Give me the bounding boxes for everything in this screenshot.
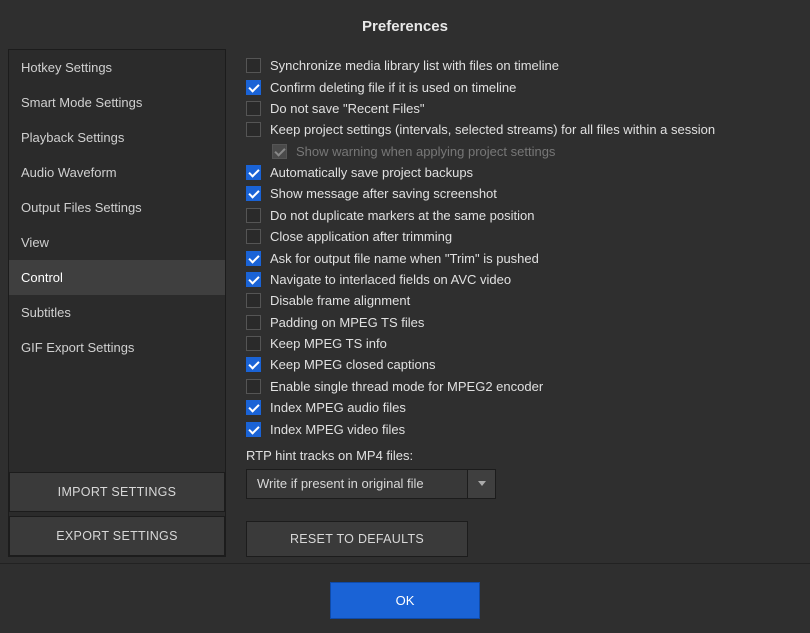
checkbox bbox=[272, 144, 287, 159]
option-label: Show warning when applying project setti… bbox=[296, 144, 555, 159]
option-label: Keep project settings (intervals, select… bbox=[270, 122, 715, 137]
option-row: Index MPEG audio files bbox=[246, 397, 802, 418]
option-label: Do not save "Recent Files" bbox=[270, 101, 424, 116]
option-row: Ask for output file name when "Trim" is … bbox=[246, 247, 802, 268]
chevron-down-icon[interactable] bbox=[468, 469, 496, 499]
option-row: Keep MPEG closed captions bbox=[246, 354, 802, 375]
nav-item[interactable]: Output Files Settings bbox=[9, 190, 225, 225]
option-row: Do not duplicate markers at the same pos… bbox=[246, 205, 802, 226]
option-label: Index MPEG video files bbox=[270, 422, 405, 437]
rtp-dropdown[interactable]: Write if present in original file bbox=[246, 469, 496, 499]
checkbox[interactable] bbox=[246, 101, 261, 116]
ok-button[interactable]: OK bbox=[330, 582, 480, 619]
option-label: Navigate to interlaced fields on AVC vid… bbox=[270, 272, 511, 287]
option-row: Show warning when applying project setti… bbox=[246, 141, 802, 162]
rtp-dropdown-value: Write if present in original file bbox=[246, 469, 468, 499]
sidebar-buttons: IMPORT SETTINGS EXPORT SETTINGS bbox=[9, 472, 225, 556]
option-label: Padding on MPEG TS files bbox=[270, 315, 424, 330]
option-row: Confirm deleting file if it is used on t… bbox=[246, 76, 802, 97]
option-label: Keep MPEG closed captions bbox=[270, 357, 435, 372]
nav-item[interactable]: Subtitles bbox=[9, 295, 225, 330]
option-row: Synchronize media library list with file… bbox=[246, 55, 802, 76]
nav-item[interactable]: Smart Mode Settings bbox=[9, 85, 225, 120]
checkbox[interactable] bbox=[246, 357, 261, 372]
window-title: Preferences bbox=[0, 0, 810, 49]
checkbox[interactable] bbox=[246, 229, 261, 244]
nav-item[interactable]: GIF Export Settings bbox=[9, 330, 225, 365]
option-row: Index MPEG video files bbox=[246, 418, 802, 439]
option-label: Synchronize media library list with file… bbox=[270, 58, 559, 73]
checkbox[interactable] bbox=[246, 293, 261, 308]
export-settings-button[interactable]: EXPORT SETTINGS bbox=[9, 516, 225, 556]
option-label: Confirm deleting file if it is used on t… bbox=[270, 80, 516, 95]
option-label: Do not duplicate markers at the same pos… bbox=[270, 208, 534, 223]
nav-item[interactable]: Control bbox=[9, 260, 225, 295]
preferences-window: Preferences Hotkey SettingsSmart Mode Se… bbox=[0, 0, 810, 633]
option-row: Keep project settings (intervals, select… bbox=[246, 119, 802, 140]
nav-item[interactable]: View bbox=[9, 225, 225, 260]
option-label: Index MPEG audio files bbox=[270, 400, 406, 415]
option-label: Keep MPEG TS info bbox=[270, 336, 387, 351]
checkbox[interactable] bbox=[246, 422, 261, 437]
nav-item[interactable]: Playback Settings bbox=[9, 120, 225, 155]
checkbox[interactable] bbox=[246, 251, 261, 266]
checkbox[interactable] bbox=[246, 186, 261, 201]
footer: OK bbox=[0, 563, 810, 633]
options-list: Synchronize media library list with file… bbox=[246, 55, 802, 440]
checkbox[interactable] bbox=[246, 315, 261, 330]
checkbox[interactable] bbox=[246, 208, 261, 223]
nav-list: Hotkey SettingsSmart Mode SettingsPlayba… bbox=[9, 50, 225, 472]
option-row: Disable frame alignment bbox=[246, 290, 802, 311]
option-label: Disable frame alignment bbox=[270, 293, 410, 308]
option-row: Keep MPEG TS info bbox=[246, 333, 802, 354]
checkbox[interactable] bbox=[246, 80, 261, 95]
option-row: Close application after trimming bbox=[246, 226, 802, 247]
nav-item[interactable]: Hotkey Settings bbox=[9, 50, 225, 85]
content-panel: Synchronize media library list with file… bbox=[246, 49, 802, 557]
option-label: Show message after saving screenshot bbox=[270, 186, 497, 201]
option-row: Enable single thread mode for MPEG2 enco… bbox=[246, 376, 802, 397]
option-row: Do not save "Recent Files" bbox=[246, 98, 802, 119]
checkbox[interactable] bbox=[246, 400, 261, 415]
nav-item[interactable]: Audio Waveform bbox=[9, 155, 225, 190]
rtp-dropdown-label: RTP hint tracks on MP4 files: bbox=[246, 448, 802, 463]
option-label: Ask for output file name when "Trim" is … bbox=[270, 251, 539, 266]
checkbox[interactable] bbox=[246, 379, 261, 394]
import-settings-button[interactable]: IMPORT SETTINGS bbox=[9, 472, 225, 512]
main-area: Hotkey SettingsSmart Mode SettingsPlayba… bbox=[0, 49, 810, 557]
checkbox[interactable] bbox=[246, 336, 261, 351]
checkbox[interactable] bbox=[246, 122, 261, 137]
sidebar: Hotkey SettingsSmart Mode SettingsPlayba… bbox=[8, 49, 226, 557]
checkbox[interactable] bbox=[246, 58, 261, 73]
option-label: Close application after trimming bbox=[270, 229, 452, 244]
option-row: Show message after saving screenshot bbox=[246, 183, 802, 204]
checkbox[interactable] bbox=[246, 165, 261, 180]
option-row: Navigate to interlaced fields on AVC vid… bbox=[246, 269, 802, 290]
option-label: Automatically save project backups bbox=[270, 165, 473, 180]
reset-defaults-button[interactable]: RESET TO DEFAULTS bbox=[246, 521, 468, 557]
checkbox[interactable] bbox=[246, 272, 261, 287]
option-row: Automatically save project backups bbox=[246, 162, 802, 183]
option-label: Enable single thread mode for MPEG2 enco… bbox=[270, 379, 543, 394]
option-row: Padding on MPEG TS files bbox=[246, 312, 802, 333]
